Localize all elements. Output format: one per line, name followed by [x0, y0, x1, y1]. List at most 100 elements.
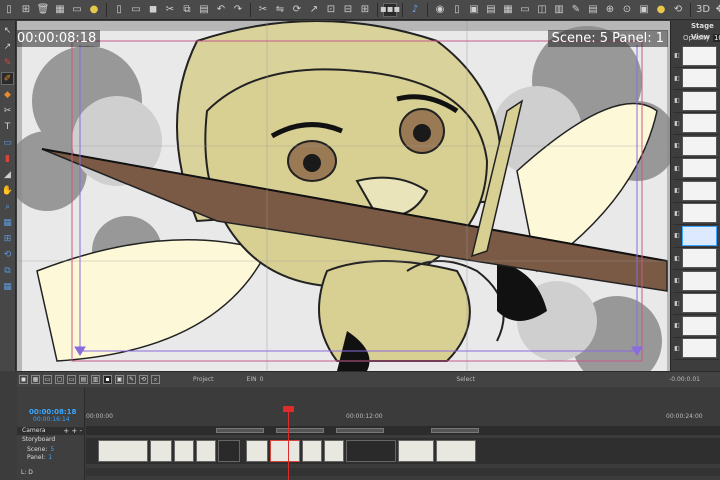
timeline-ruler[interactable]: 00:00:00 00:00:12:00 00:00:24:00	[86, 408, 720, 420]
layer-visibility-icon[interactable]: ◧	[673, 277, 681, 284]
layer-row[interactable]: ◧	[673, 45, 719, 68]
undo-icon[interactable]: ↶	[214, 3, 228, 17]
select-tool-icon[interactable]: ↖	[1, 24, 14, 37]
paint-tool-icon[interactable]: ▮	[1, 152, 14, 165]
zoom-icon[interactable]: ⌕	[151, 375, 160, 384]
grid-icon[interactable]: ▦	[31, 375, 40, 384]
camera-tool-icon[interactable]: ▦	[1, 216, 14, 229]
layer-row[interactable]: ◧	[673, 113, 719, 135]
frame-icon[interactable]: ▢	[55, 375, 64, 384]
panel-thumbnail[interactable]	[150, 440, 172, 462]
sync-icon[interactable]: ⟲	[671, 3, 685, 17]
layer-visibility-icon[interactable]: ◧	[673, 120, 681, 127]
storyboard-panels-track[interactable]	[86, 438, 720, 464]
record-icon[interactable]: ◉	[433, 3, 447, 17]
grid-tool-icon[interactable]: ▦	[1, 280, 14, 293]
layer-icon[interactable]: ▥	[91, 375, 100, 384]
panel-thumbnail[interactable]	[196, 440, 216, 462]
sound-icon[interactable]: ♪	[408, 3, 422, 17]
audio-track[interactable]	[86, 468, 720, 476]
layer-row[interactable]: ◧	[673, 158, 719, 180]
more-icon[interactable]: ▪▪▪	[380, 2, 400, 17]
text-tool-icon[interactable]: T	[1, 120, 14, 133]
layer-tool-icon[interactable]: ⧉	[1, 264, 14, 277]
rotate-icon[interactable]: ⟳	[290, 3, 304, 17]
scissors-icon[interactable]: ✂	[256, 3, 270, 17]
move-icon[interactable]: ✥	[713, 3, 720, 17]
pencil-icon[interactable]: ✎	[127, 375, 136, 384]
target-icon[interactable]: ⊙	[620, 3, 634, 17]
layer-row[interactable]: ◧	[673, 270, 719, 293]
layer-visibility-icon[interactable]: ◧	[673, 165, 681, 172]
panel-thumbnail-selected[interactable]	[270, 440, 300, 462]
shape-tool-icon[interactable]: ▭	[1, 136, 14, 149]
magnify-icon[interactable]: ⊕	[603, 3, 617, 17]
select-icon[interactable]: ▣	[467, 3, 481, 17]
stage-mode-icon[interactable]: ▪	[103, 375, 112, 384]
brush-tool-icon[interactable]: ✐	[1, 72, 14, 85]
link-icon[interactable]: ⊞	[358, 3, 372, 17]
delete-icon[interactable]: ⊟	[341, 3, 355, 17]
overlay-icon[interactable]: ▤	[79, 375, 88, 384]
layer-visibility-icon[interactable]: ◧	[673, 75, 681, 82]
wb-label[interactable]: EIN	[247, 376, 257, 383]
redo-icon[interactable]: ↷	[231, 3, 245, 17]
3d-icon[interactable]: 3D	[696, 3, 710, 17]
camera-keyframe-controls[interactable]: + + -	[63, 427, 82, 435]
gear-icon[interactable]: ▥	[552, 3, 566, 17]
copy-icon[interactable]: ⧉	[180, 3, 194, 17]
new-icon[interactable]: ▯	[2, 3, 16, 17]
panel-thumbnail[interactable]	[218, 440, 240, 462]
new-panel-icon[interactable]: ▯	[112, 3, 126, 17]
layer-visibility-icon[interactable]: ◧	[673, 300, 681, 307]
layer-visibility-icon[interactable]: ◧	[673, 322, 681, 329]
camera-view-icon[interactable]: ▣	[115, 375, 124, 384]
timeline-tracks[interactable]: 00:00:00 00:00:12:00 00:00:24:00	[86, 388, 720, 480]
layer-icon[interactable]: ▦	[501, 3, 515, 17]
blank-icon[interactable]: ▯	[450, 3, 464, 17]
bulb-icon-2[interactable]: ●	[654, 3, 668, 17]
panel-thumbnail[interactable]	[174, 440, 194, 462]
folder-open-icon[interactable]: ▭	[129, 3, 143, 17]
camera-track-header[interactable]: Camera + + -	[17, 427, 85, 435]
transform-tool-icon[interactable]: ↗	[1, 40, 14, 53]
reposition-tool-icon[interactable]: ⊞	[1, 232, 14, 245]
panel-thumbnail[interactable]	[398, 440, 434, 462]
layer-row[interactable]: ◧	[673, 338, 719, 360]
rotate-icon[interactable]: ⟲	[139, 375, 148, 384]
layer-visibility-icon[interactable]: ◧	[673, 97, 681, 104]
panel-thumbnail[interactable]	[436, 440, 476, 462]
opacity-value-field[interactable]: 100	[712, 34, 720, 42]
camera-track[interactable]	[86, 426, 720, 435]
stage-canvas[interactable]: 00:00:08:18 Scene: 5 Panel: 1	[17, 21, 670, 371]
frame-icon[interactable]: ▣	[637, 3, 651, 17]
layer-visibility-icon[interactable]: ◧	[673, 210, 681, 217]
folder-icon[interactable]: ▭	[70, 3, 84, 17]
paste-icon[interactable]: ▤	[197, 3, 211, 17]
layer-row-selected[interactable]: ◧	[673, 225, 719, 248]
layer-visibility-icon[interactable]: ◧	[673, 187, 681, 194]
panel-icon[interactable]: ▭	[67, 375, 76, 384]
layer-visibility-icon[interactable]: ◧	[673, 52, 681, 59]
camera-keyframe[interactable]	[336, 428, 384, 433]
layer-visibility-icon[interactable]: ◧	[673, 255, 681, 262]
pencil-icon[interactable]: ✎	[569, 3, 583, 17]
layer-row[interactable]: ◧	[673, 315, 719, 338]
layer-row[interactable]: ◧	[673, 248, 719, 270]
pencil-tool-icon[interactable]: ✎	[1, 56, 14, 69]
camera-keyframe[interactable]	[431, 428, 479, 433]
layer-visibility-icon[interactable]: ◧	[673, 232, 681, 239]
layer-row[interactable]: ◧	[673, 203, 719, 225]
trash-icon[interactable]: 🗑	[36, 3, 50, 17]
panel-thumbnail[interactable]	[98, 440, 148, 462]
project-label[interactable]: Project	[193, 376, 214, 383]
view-icon[interactable]: ▤	[484, 3, 498, 17]
flip-icon[interactable]: ⇋	[273, 3, 287, 17]
hand-tool-icon[interactable]: ✋	[1, 184, 14, 197]
layer-row[interactable]: ◧	[673, 135, 719, 158]
open-icon[interactable]: ⊞	[19, 3, 33, 17]
playhead[interactable]	[288, 406, 289, 480]
record-icon[interactable]: ◼	[19, 375, 28, 384]
panel-thumbnail[interactable]	[302, 440, 322, 462]
rotate-tool-icon[interactable]: ⟲	[1, 248, 14, 261]
